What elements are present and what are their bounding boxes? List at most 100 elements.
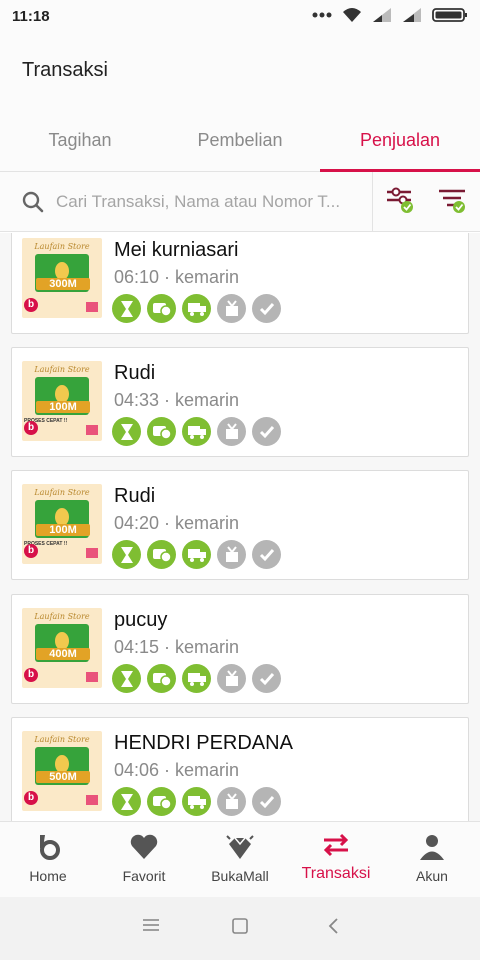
status-time: 11:18 xyxy=(12,8,50,25)
payment-icon xyxy=(147,294,176,323)
badge-icon xyxy=(86,548,98,558)
battery-icon xyxy=(432,8,467,22)
nav-transaksi[interactable]: Transaksi xyxy=(288,822,384,897)
tab-penjualan[interactable]: Penjualan xyxy=(320,114,480,172)
store-name: Laufain Store xyxy=(34,488,90,497)
buyer-name: pucuy xyxy=(114,609,168,631)
search-bar xyxy=(0,172,480,232)
hourglass-icon xyxy=(112,294,141,323)
truck-icon xyxy=(182,540,211,569)
nav-favorit[interactable]: Favorit xyxy=(96,822,192,897)
package-icon xyxy=(217,664,246,693)
payment-icon xyxy=(147,417,176,446)
badge-icon xyxy=(86,425,98,435)
status-steps xyxy=(112,787,281,816)
diamond-icon xyxy=(226,835,254,859)
transaction-time: 04:06 · kemarin xyxy=(114,760,240,780)
badge-icon xyxy=(86,672,98,682)
filter-icon[interactable] xyxy=(437,186,469,216)
status-steps xyxy=(112,664,281,693)
tab-pembelian[interactable]: Pembelian xyxy=(160,114,320,171)
truck-icon xyxy=(182,787,211,816)
divider xyxy=(372,172,373,232)
bukalapak-logo-icon: b xyxy=(24,544,38,558)
product-thumbnail: Laufain Store 500M b xyxy=(22,731,102,811)
transaction-card[interactable]: Laufain Store 100M PROSES CEPAT !! b Rud… xyxy=(11,347,469,457)
person-icon xyxy=(420,835,444,860)
package-icon xyxy=(217,540,246,569)
thumbnail-amount: 500M xyxy=(36,771,90,783)
store-name: Laufain Store xyxy=(34,365,90,374)
package-icon xyxy=(217,294,246,323)
heart-icon xyxy=(130,834,158,859)
bukalapak-logo-icon: b xyxy=(24,791,38,805)
check-icon xyxy=(252,540,281,569)
store-name: Laufain Store xyxy=(34,612,90,621)
menu-icon[interactable] xyxy=(142,917,160,938)
transaction-card[interactable]: Laufain Store 400M b pucuy 04:15 · kemar… xyxy=(11,594,469,704)
check-icon xyxy=(252,787,281,816)
app-bar: Transaksi xyxy=(0,34,480,114)
status-steps xyxy=(112,417,281,446)
more-dots-icon xyxy=(312,12,332,18)
nav-bukamall[interactable]: BukaMall xyxy=(192,822,288,897)
transfer-arrows-icon xyxy=(323,833,349,857)
transaction-time: 06:10 · kemarin xyxy=(114,267,240,287)
transaction-card[interactable]: Laufain Store 300M b Mei kurniasari 06:1… xyxy=(11,233,469,334)
payment-icon xyxy=(147,540,176,569)
transaction-card[interactable]: Laufain Store 100M PROSES CEPAT !! b Rud… xyxy=(11,470,469,580)
nav-label: Akun xyxy=(416,868,448,884)
status-icons xyxy=(312,7,468,23)
status-steps xyxy=(112,540,281,569)
hourglass-icon xyxy=(112,417,141,446)
nav-label: BukaMall xyxy=(211,868,269,884)
nav-label: Home xyxy=(29,868,67,884)
thumbnail-amount: 100M xyxy=(36,401,90,413)
truck-icon xyxy=(182,417,211,446)
wifi-icon xyxy=(343,8,361,22)
buyer-name: Rudi xyxy=(114,485,156,507)
signal-icon xyxy=(373,8,391,22)
bukalapak-logo-icon: b xyxy=(24,298,38,312)
product-thumbnail: Laufain Store 400M b xyxy=(22,608,102,688)
payment-icon xyxy=(147,664,176,693)
bukalapak-logo-icon: b xyxy=(24,668,38,682)
status-steps xyxy=(112,294,281,323)
store-name: Laufain Store xyxy=(34,242,90,251)
thumbnail-amount: 100M xyxy=(36,524,90,536)
transaction-card[interactable]: Laufain Store 500M b HENDRI PERDANA 04:0… xyxy=(11,717,469,821)
thumbnail-amount: 300M xyxy=(36,278,90,290)
badge-icon xyxy=(86,795,98,805)
package-icon xyxy=(217,417,246,446)
nav-label: Favorit xyxy=(122,868,166,884)
badge-icon xyxy=(86,302,98,312)
hourglass-icon xyxy=(112,664,141,693)
product-thumbnail: Laufain Store 100M PROSES CEPAT !! b xyxy=(22,484,102,564)
system-nav-bar xyxy=(0,897,480,960)
product-thumbnail: Laufain Store 300M b xyxy=(22,238,102,318)
hourglass-icon xyxy=(112,540,141,569)
transaction-time: 04:15 · kemarin xyxy=(114,637,240,657)
nav-akun[interactable]: Akun xyxy=(384,822,480,897)
back-icon[interactable] xyxy=(326,917,340,940)
buyer-name: Mei kurniasari xyxy=(114,239,239,261)
sort-filter-icon[interactable] xyxy=(385,186,417,216)
truck-icon xyxy=(182,664,211,693)
nav-home[interactable]: Home xyxy=(0,822,96,897)
payment-icon xyxy=(147,787,176,816)
buyer-name: HENDRI PERDANA xyxy=(114,732,293,754)
check-icon xyxy=(252,294,281,323)
thumbnail-amount: 400M xyxy=(36,648,90,660)
transaction-time: 04:20 · kemarin xyxy=(114,513,240,533)
bukalapak-logo-icon xyxy=(40,835,60,860)
tab-tagihan[interactable]: Tagihan xyxy=(0,114,160,171)
search-input[interactable] xyxy=(56,189,366,215)
truck-icon xyxy=(182,294,211,323)
store-name: Laufain Store xyxy=(34,735,90,744)
home-square-icon[interactable] xyxy=(231,917,249,940)
page-title: Transaksi xyxy=(22,59,108,81)
check-icon xyxy=(252,417,281,446)
tab-bar: Tagihan Pembelian Penjualan xyxy=(0,114,480,172)
nav-label: Transaksi xyxy=(301,865,371,882)
signal-icon xyxy=(403,8,421,22)
